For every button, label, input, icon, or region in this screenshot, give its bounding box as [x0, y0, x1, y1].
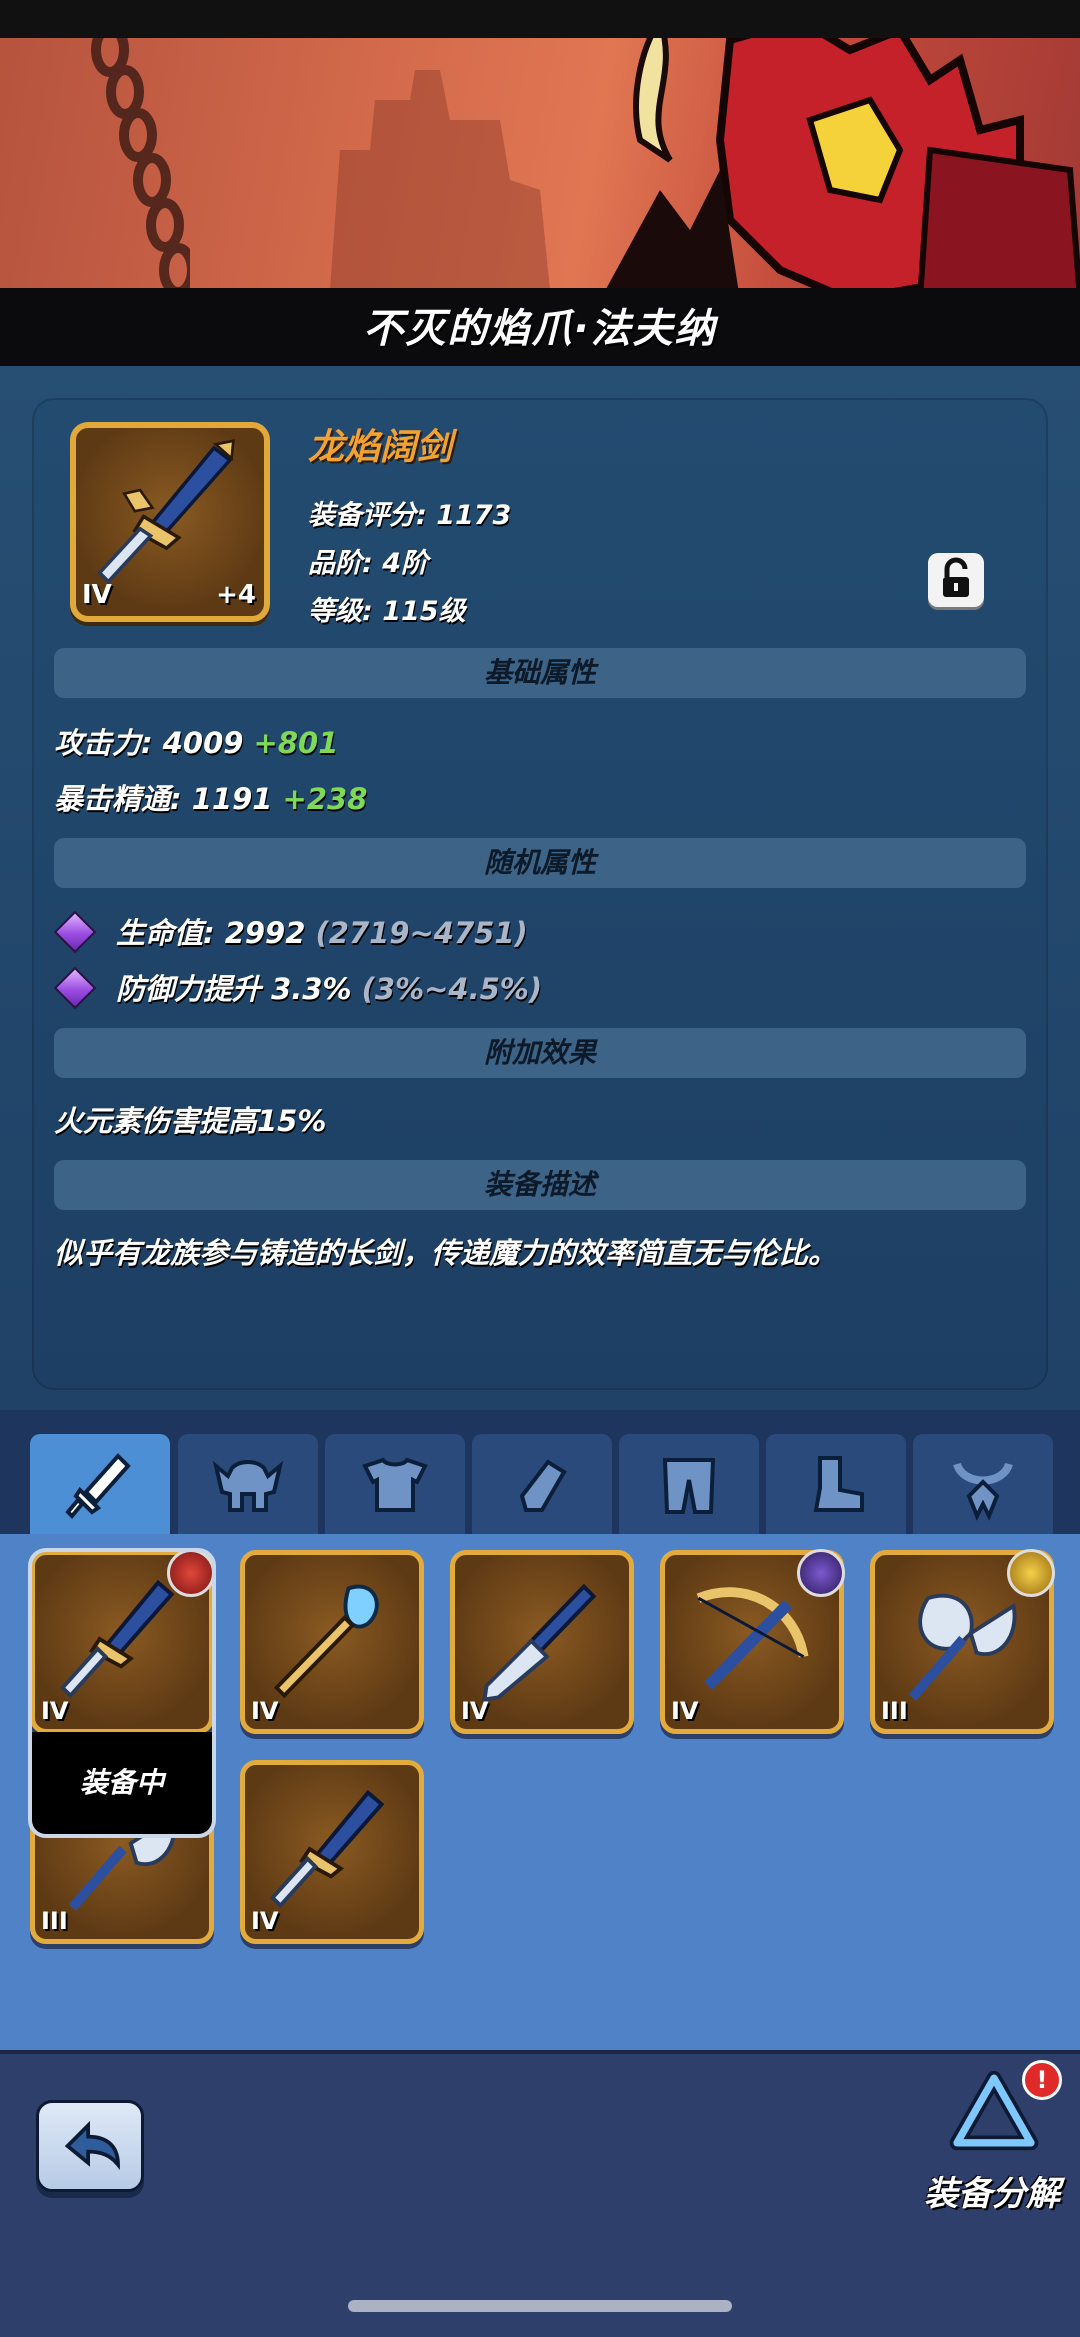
axe-icon	[908, 1593, 1017, 1701]
inventory-slot-spear[interactable]: IV	[450, 1550, 634, 1734]
item-level: 等级: 115级	[308, 596, 466, 627]
armor-icon	[362, 1457, 428, 1512]
home-indicator	[348, 2300, 732, 2312]
item-icon-frame: IV +4	[70, 422, 270, 622]
tab-armor[interactable]	[325, 1434, 465, 1534]
section-base-attributes: 基础属性	[54, 648, 1026, 698]
decompose-label: 装备分解	[924, 2174, 1060, 2214]
tier-label: III	[881, 1697, 908, 1725]
status-bar	[0, 0, 1080, 38]
pants-icon	[662, 1458, 716, 1514]
section-extra-effect: 附加效果	[54, 1028, 1026, 1078]
inventory-slot-sword-2[interactable]: IV	[240, 1760, 424, 1944]
bottom-bar	[0, 2050, 1080, 2337]
boss-banner	[0, 0, 1080, 290]
tier-label: IV	[251, 1697, 279, 1725]
equipped-label: 装备中	[32, 1732, 212, 1834]
tab-boots[interactable]	[766, 1434, 906, 1534]
item-score: 装备评分: 1173	[308, 500, 512, 531]
tier-label: IV	[461, 1697, 489, 1725]
item-name: 龙焰阔剑	[308, 427, 453, 468]
back-arrow-icon	[64, 2120, 120, 2171]
staff-icon	[273, 1584, 379, 1699]
inventory-slot-axe[interactable]: III	[870, 1549, 1055, 1734]
lock-button[interactable]	[928, 553, 984, 607]
gem-icon	[56, 913, 94, 951]
random-stat-defense: 防御力提升 3.3% (3%~4.5%)	[54, 966, 542, 1008]
tab-helmet[interactable]	[178, 1434, 318, 1534]
section-description: 装备描述	[54, 1160, 1026, 1210]
sword-icon	[269, 1789, 385, 1909]
castle-silhouette	[330, 70, 550, 290]
tier-label: IV	[251, 1907, 279, 1935]
crossbow-icon	[696, 1587, 809, 1690]
alert-badge: !	[1022, 2060, 1062, 2100]
inventory-slot-crossbow[interactable]: IV	[660, 1549, 845, 1734]
tab-necklace[interactable]	[913, 1434, 1053, 1534]
extra-effect-text: 火元素伤害提高15%	[54, 1104, 327, 1138]
chain-illustration	[91, 30, 190, 290]
stat-crit-mastery: 暴击精通: 1191 +238	[54, 782, 368, 816]
tab-gauntlet[interactable]	[472, 1434, 612, 1534]
stat-attack: 攻击力: 4009 +801	[54, 726, 339, 760]
item-grade: 品阶: 4阶	[308, 548, 428, 579]
sword-icon	[65, 1453, 131, 1519]
helmet-icon	[212, 1460, 284, 1512]
boss-title: 不灭的焰爪·法夫纳	[363, 306, 717, 352]
unlock-icon	[943, 557, 969, 597]
gauntlet-icon	[519, 1459, 567, 1512]
tab-weapon[interactable]	[30, 1434, 170, 1534]
back-button[interactable]	[36, 2100, 144, 2192]
beast-badge-icon	[1007, 1549, 1055, 1597]
enhance-level: +4	[216, 580, 256, 610]
section-random-attributes: 随机属性	[54, 838, 1026, 888]
item-description: 似乎有龙族参与铸造的长剑，传递魔力的效率简直无与伦比。	[54, 1236, 838, 1270]
shadow-badge-icon	[797, 1549, 845, 1597]
tier-label: III	[41, 1907, 68, 1935]
gem-icon	[56, 969, 94, 1007]
inventory-slot-staff[interactable]: IV	[240, 1550, 424, 1734]
spear-icon	[482, 1583, 597, 1702]
boots-icon	[813, 1456, 864, 1512]
necklace-icon	[953, 1462, 1013, 1521]
tab-pants[interactable]	[619, 1434, 759, 1534]
tier-label: IV	[82, 580, 112, 610]
tier-label: IV	[671, 1697, 699, 1725]
random-stat-hp: 生命值: 2992 (2719~4751)	[54, 910, 528, 952]
dragon-hero-illustration	[605, 20, 1080, 290]
